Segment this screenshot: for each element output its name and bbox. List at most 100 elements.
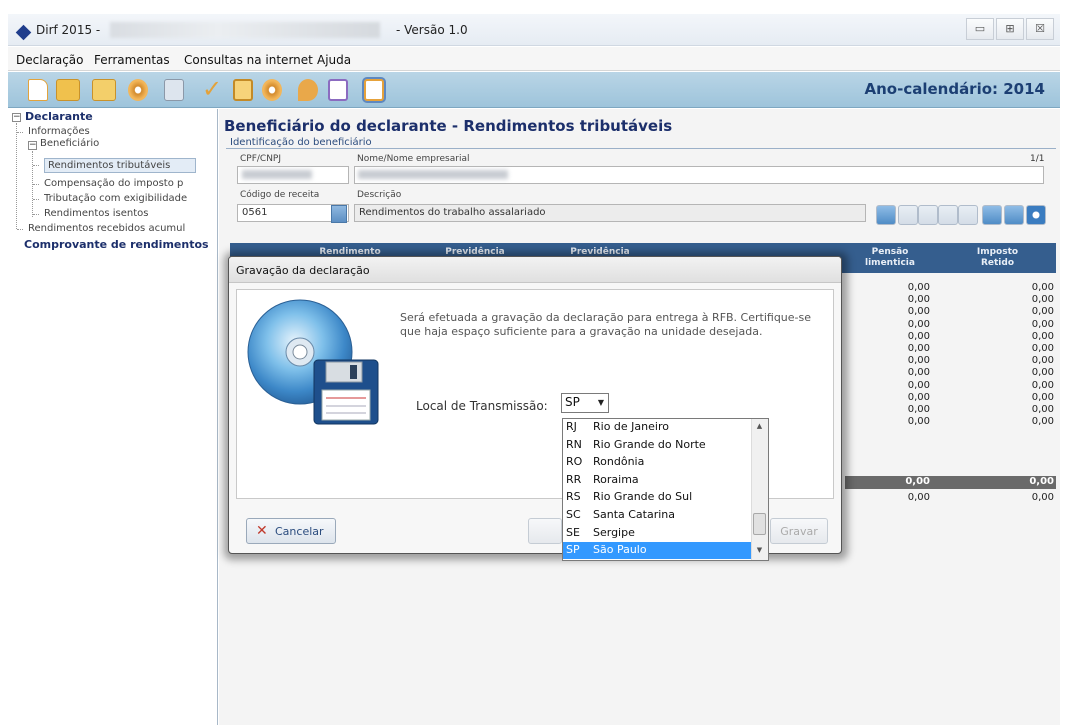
cell-pensao: 0,00 <box>907 416 930 428</box>
total-pensao: 0,00 <box>905 476 930 487</box>
window-version: - Versão 1.0 <box>396 23 468 37</box>
disc-icon[interactable] <box>128 79 148 101</box>
table-row[interactable]: 0,00 0,00 <box>845 294 1056 306</box>
folder-icon[interactable] <box>92 79 116 101</box>
tree-rendimentos-acumulados[interactable]: Rendimentos recebidos acumul <box>28 223 218 234</box>
state-code: RJ <box>566 420 577 433</box>
nome-label: Nome/Nome empresarial <box>357 154 470 164</box>
menu-ajuda[interactable]: Ajuda <box>317 53 351 67</box>
next-record-icon[interactable] <box>938 205 958 225</box>
check-icon[interactable]: ✓ <box>202 77 222 101</box>
state-code: RO <box>566 455 583 469</box>
cell-imposto: 0,00 <box>1031 318 1054 330</box>
tree-informacoes[interactable]: Informações <box>28 126 90 137</box>
scroll-down-icon[interactable]: ▼ <box>752 546 767 558</box>
prev-record-icon[interactable] <box>918 205 938 225</box>
table-row[interactable]: 0,00 0,00 <box>845 404 1056 416</box>
codigo-label: Código de receita <box>240 190 320 200</box>
table-row[interactable]: 0,00 0,00 <box>845 392 1056 404</box>
table-row[interactable]: 0,00 0,00 <box>845 343 1056 355</box>
state-option-rs[interactable]: RS Rio Grande do Sul <box>563 489 751 506</box>
dialog-title: Gravação da declaração <box>236 264 370 277</box>
add-record-icon[interactable] <box>982 205 1002 225</box>
cell-pensao: 0,00 <box>907 404 930 415</box>
menu-ferramentas[interactable]: Ferramentas <box>94 53 170 67</box>
state-code: SP <box>566 543 580 557</box>
table-row[interactable]: 0,00 0,00 <box>845 492 1056 504</box>
state-name: Rio Grande do Sul <box>593 490 693 504</box>
cell-pensao: 0,00 <box>907 391 930 403</box>
save-button[interactable]: Gravar <box>770 518 828 544</box>
print-icon[interactable] <box>164 79 184 101</box>
descricao-field: Rendimentos do trabalho assalariado <box>354 204 866 222</box>
search-record-icon[interactable] <box>876 205 896 225</box>
table-row[interactable]: 0,00 0,00 <box>845 355 1056 367</box>
dropdown-scrollbar[interactable] <box>751 419 768 560</box>
state-name: São Paulo <box>593 543 647 557</box>
state-option-sp[interactable]: SP São Paulo <box>563 542 751 560</box>
table-row[interactable]: 0,00 0,00 <box>845 380 1056 392</box>
table-row[interactable]: 0,00 0,00 <box>845 306 1056 318</box>
cell-pensao: 0,00 <box>907 367 930 379</box>
cpf-label: CPF/CNPJ <box>240 154 282 164</box>
section-divider <box>226 148 1056 149</box>
cancel-x-icon: ✕ <box>256 523 268 539</box>
maximize-button[interactable]: ⊞ <box>996 18 1024 40</box>
save-icon[interactable] <box>233 79 253 101</box>
cell-pensao: 0,00 <box>907 355 930 367</box>
refresh-icon[interactable] <box>1026 205 1046 225</box>
record-disc-icon[interactable] <box>262 79 282 101</box>
remove-record-icon[interactable] <box>1004 205 1024 225</box>
scroll-up-icon[interactable]: ▲ <box>752 422 767 434</box>
total-imposto: 0,00 <box>1029 476 1054 487</box>
state-option-rj[interactable]: RJ Rio de Janeiro <box>563 419 751 436</box>
hidden-button[interactable] <box>528 518 562 544</box>
table-row[interactable]: 0,00 0,00 <box>845 416 1056 428</box>
dialog-message: Será efetuada a gravação da declaração p… <box>400 311 812 338</box>
table-row[interactable]: 0,00 0,00 <box>845 331 1056 343</box>
table-row[interactable]: 0,00 0,00 <box>845 319 1056 331</box>
state-option-se[interactable]: SE Sergipe <box>563 525 751 542</box>
chevron-down-icon[interactable]: ▼ <box>594 395 608 411</box>
redacted-title <box>110 22 380 38</box>
cell-imposto: 0,00 <box>1031 367 1054 379</box>
combo-dropdown-icon[interactable] <box>331 205 347 223</box>
new-file-icon[interactable] <box>28 79 48 101</box>
table-total-row: 0,00 0,00 <box>845 476 1056 489</box>
tree-rendimentos-isentos[interactable]: Rendimentos isentos <box>44 208 149 219</box>
last-record-icon[interactable] <box>958 205 978 225</box>
receipt-icon[interactable] <box>364 79 384 101</box>
collapse-icon[interactable]: − <box>28 141 37 150</box>
open-folder-icon[interactable] <box>56 79 80 101</box>
close-button[interactable]: ☒ <box>1026 18 1054 40</box>
section-title: Identificação do beneficiário <box>230 137 372 148</box>
page-title: Beneficiário do declarante - Rendimentos… <box>224 117 673 135</box>
tree-comprovante[interactable]: Comprovante de rendimentos <box>24 238 218 251</box>
state-code: RS <box>566 490 581 504</box>
minimize-button[interactable]: ▭ <box>966 18 994 40</box>
document-icon[interactable] <box>328 79 348 101</box>
cell-pensao: 0,00 <box>907 492 930 503</box>
local-transmissao-label: Local de Transmissão: <box>416 399 548 413</box>
tree-rendimentos-tributaveis[interactable]: Rendimentos tributáveis <box>44 158 196 173</box>
state-option-ro[interactable]: RO Rondônia <box>563 454 751 471</box>
first-record-icon[interactable] <box>898 205 918 225</box>
tree-declarante[interactable]: Declarante <box>25 110 93 123</box>
menu-consultas[interactable]: Consultas na internet <box>184 53 313 67</box>
menu-declaracao[interactable]: Declaração <box>16 53 84 67</box>
table-row[interactable]: 0,00 0,00 <box>845 367 1056 379</box>
search-person-icon[interactable] <box>298 79 318 101</box>
collapse-icon[interactable]: − <box>12 113 21 122</box>
state-name: Roraima <box>593 472 639 486</box>
cell-imposto: 0,00 <box>1031 306 1054 318</box>
tree-tributacao[interactable]: Tributação com exigibilidade <box>44 193 218 204</box>
col-pensao: Pensão limenticia <box>865 247 915 268</box>
state-option-rr[interactable]: RR Roraima <box>563 472 751 489</box>
scrollbar-thumb[interactable] <box>753 513 766 535</box>
state-option-sc[interactable]: SC Santa Catarina <box>563 507 751 524</box>
state-option-rn[interactable]: RN Rio Grande do Norte <box>563 437 751 454</box>
table-row[interactable]: 0,00 0,00 <box>845 282 1056 294</box>
window-title: Dirf 2015 - <box>36 23 101 37</box>
tree-compensacao[interactable]: Compensação do imposto p <box>44 178 218 189</box>
tree-beneficiario[interactable]: Beneficiário <box>40 138 99 149</box>
